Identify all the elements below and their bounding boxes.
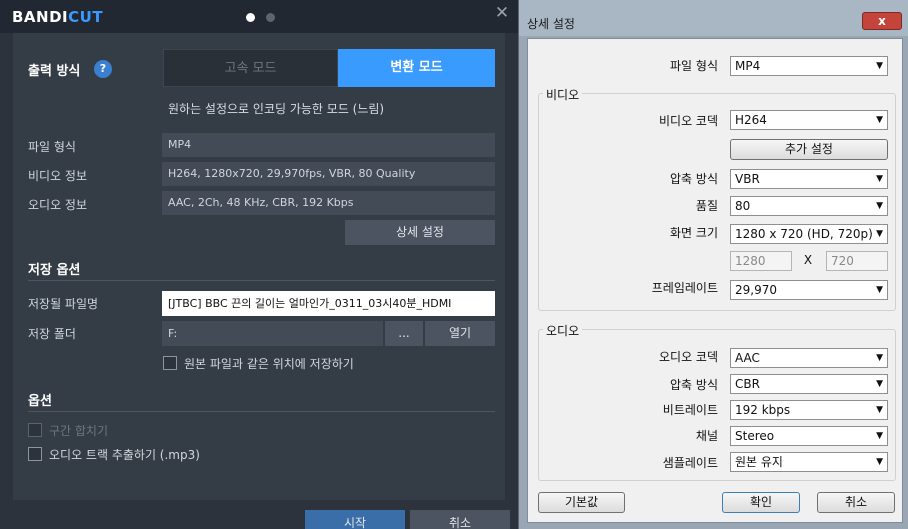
filename-input[interactable]: [JTBC] BBC 끈의 길이는 얼마인가_0311_03시40분_HDMI: [162, 291, 495, 316]
browse-button[interactable]: ...: [385, 321, 423, 346]
mode-description: 원하는 설정으로 인코딩 가능한 모드 (느림): [168, 102, 385, 116]
close-icon[interactable]: ✕: [494, 5, 510, 22]
file-format-value: MP4: [162, 133, 495, 157]
resolution-select[interactable]: 1280 x 720 (HD, 720p) ▼: [730, 224, 888, 244]
convert-mode-button[interactable]: 변환 모드: [338, 49, 495, 87]
compression-selected: VBR: [735, 172, 760, 186]
resolution-selected: 1280 x 720 (HD, 720p): [735, 227, 873, 241]
dialog-title: 상세 설정: [527, 17, 575, 31]
framerate-selected: 29,970: [735, 283, 777, 297]
chevron-down-icon: ▼: [876, 431, 883, 441]
folder-input[interactable]: F:: [162, 321, 383, 346]
chevron-down-icon: ▼: [876, 174, 883, 184]
bitrate-select[interactable]: 192 kbps ▼: [730, 400, 888, 420]
dialog-body: 파일 형식 MP4 ▼ 비디오 비디오 코덱 H264 ▼ 추가 설정 압축 방식 …: [527, 38, 903, 523]
framerate-select[interactable]: 29,970 ▼: [730, 280, 888, 300]
samplerate-select[interactable]: 원본 유지 ▼: [730, 452, 888, 472]
folder-label: 저장 폴더: [28, 327, 76, 341]
video-codec-selected: H264: [735, 113, 767, 127]
bitrate-label: 비트레이트: [662, 403, 718, 417]
bandicut-logo: BANDICUT: [12, 8, 103, 26]
title-bar: BANDICUT ✕: [0, 0, 518, 33]
merge-segments-checkbox[interactable]: [28, 423, 42, 437]
audio-info-value: AAC, 2Ch, 48 KHz, CBR, 192 Kbps: [162, 191, 495, 215]
divider: [28, 411, 495, 412]
close-icon[interactable]: x: [862, 12, 902, 30]
compression-select[interactable]: VBR ▼: [730, 169, 888, 189]
file-format-select[interactable]: MP4 ▼: [730, 56, 888, 76]
file-format-label: 파일 형식: [670, 59, 718, 73]
audio-compression-label: 압축 방식: [670, 378, 718, 392]
save-options-title: 저장 옵션: [28, 263, 81, 278]
chevron-down-icon: ▼: [876, 115, 883, 125]
quality-selected: 80: [735, 199, 751, 213]
compression-label: 압축 방식: [670, 172, 718, 186]
quality-combo[interactable]: 80 ▼: [730, 196, 888, 216]
cancel-button[interactable]: 취소: [817, 492, 895, 513]
chevron-down-icon: ▼: [876, 201, 883, 211]
same-location-checkbox[interactable]: [163, 356, 177, 370]
samplerate-selected: 원본 유지: [735, 455, 783, 469]
video-codec-select[interactable]: H264 ▼: [730, 110, 888, 130]
extract-audio-label: 오디오 트랙 추출하기 (.mp3): [49, 448, 200, 462]
default-button[interactable]: 기본값: [538, 492, 625, 513]
page-indicator-inactive[interactable]: [266, 13, 275, 22]
video-group-title: 비디오: [543, 86, 583, 103]
bitrate-selected: 192 kbps: [735, 403, 791, 417]
same-location-label: 원본 파일과 같은 위치에 저장하기: [184, 357, 354, 371]
video-info-label: 비디오 정보: [28, 169, 88, 183]
chevron-down-icon: ▼: [876, 379, 883, 389]
audio-info-label: 오디오 정보: [28, 198, 88, 212]
cancel-button[interactable]: 취소: [410, 510, 510, 529]
extra-settings-button[interactable]: 추가 설정: [730, 139, 888, 160]
channel-select[interactable]: Stereo ▼: [730, 426, 888, 446]
audio-codec-selected: AAC: [735, 351, 760, 365]
output-mode-title: 출력 방식: [28, 64, 81, 79]
chevron-down-icon: ▼: [876, 229, 883, 239]
extract-audio-checkbox[interactable]: [28, 447, 42, 461]
dimension-separator: X: [803, 253, 813, 267]
width-field: 1280: [730, 251, 792, 271]
audio-compression-selected: CBR: [735, 377, 760, 391]
chevron-down-icon: ▼: [876, 61, 883, 71]
height-field: 720: [826, 251, 888, 271]
resolution-label: 화면 크기: [670, 226, 718, 240]
logo-accent: CUT: [68, 8, 104, 26]
file-format-selected: MP4: [735, 59, 761, 73]
framerate-label: 프레임레이트: [651, 281, 718, 295]
detail-settings-dialog: 상세 설정 x 파일 형식 MP4 ▼ 비디오 비디오 코덱 H264 ▼ 추가 설…: [518, 0, 908, 529]
channel-selected: Stereo: [735, 429, 775, 443]
chevron-down-icon: ▼: [876, 285, 883, 295]
open-folder-button[interactable]: 열기: [425, 321, 495, 346]
help-icon[interactable]: ?: [94, 60, 112, 78]
audio-codec-select[interactable]: AAC ▼: [730, 348, 888, 368]
chevron-down-icon: ▼: [876, 405, 883, 415]
ok-button[interactable]: 확인: [722, 492, 800, 513]
audio-group-title: 오디오: [543, 322, 583, 339]
video-info-value: H264, 1280x720, 29,970fps, VBR, 80 Quali…: [162, 162, 495, 186]
chevron-down-icon: ▼: [876, 353, 883, 363]
start-button[interactable]: 시작: [305, 510, 405, 529]
logo-brand: BANDI: [12, 8, 69, 26]
filename-label: 저장될 파일명: [28, 297, 99, 311]
audio-compression-select[interactable]: CBR ▼: [730, 374, 888, 394]
samplerate-label: 샘플레이트: [662, 456, 718, 470]
page-indicator-active[interactable]: [246, 13, 255, 22]
file-format-label: 파일 형식: [28, 140, 76, 154]
bandicut-window: BANDICUT ✕ 출력 방식 ? 고속 모드 변환 모드 원하는 설정으로 …: [0, 0, 518, 529]
video-codec-label: 비디오 코덱: [658, 114, 718, 128]
audio-codec-label: 오디오 코덱: [658, 350, 718, 364]
merge-segments-label: 구간 합치기: [49, 424, 109, 438]
dialog-title-bar: 상세 설정 x: [519, 0, 908, 36]
options-title: 옵션: [28, 394, 52, 409]
detail-settings-button[interactable]: 상세 설정: [345, 220, 495, 245]
quality-label: 품질: [695, 199, 718, 213]
chevron-down-icon: ▼: [876, 457, 883, 467]
divider: [28, 280, 495, 281]
channel-label: 채널: [695, 429, 718, 443]
fast-mode-button[interactable]: 고속 모드: [163, 49, 338, 87]
